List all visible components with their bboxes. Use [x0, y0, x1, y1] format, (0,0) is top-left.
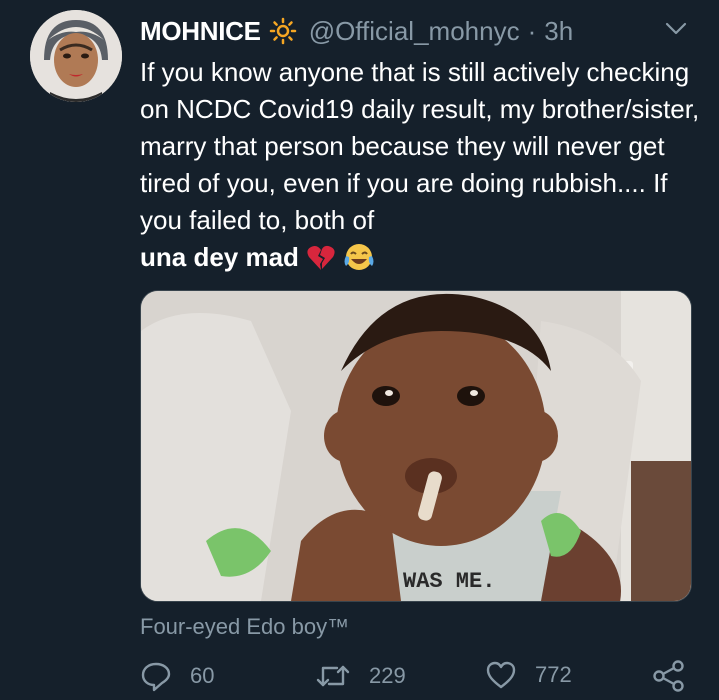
like-button[interactable]: 772 [485, 660, 572, 690]
tweet-text: If you know anyone that is still activel… [140, 54, 710, 282]
heart-icon [486, 661, 516, 689]
like-count: 772 [535, 662, 572, 687]
retweet-button[interactable]: 229 [315, 660, 406, 692]
display-name[interactable]: MOHNICE [140, 16, 261, 47]
tweet-actions: 60 229 772 [140, 660, 700, 700]
separator-dot: · [527, 15, 537, 46]
tweet-text-bold: una dey mad [140, 242, 299, 272]
toddler-photo: WAS ME. [141, 291, 691, 601]
sun-icon [269, 17, 297, 45]
retweet-icon [316, 665, 350, 687]
avatar[interactable] [30, 10, 122, 102]
reply-button[interactable]: 60 [140, 660, 214, 692]
retweet-count: 229 [369, 663, 406, 688]
tweet-text-main: If you know anyone that is still activel… [140, 57, 700, 235]
tears-of-joy-icon [343, 242, 375, 282]
chevron-down-icon[interactable] [665, 22, 687, 36]
share-button[interactable] [652, 660, 704, 692]
bib-text: WAS ME. [403, 569, 495, 594]
share-icon [653, 660, 684, 692]
user-handle[interactable]: @Official_mohnyc [309, 16, 520, 47]
avatar-image [30, 10, 122, 102]
media-caption[interactable]: Four-eyed Edo boy™ [140, 614, 349, 640]
timestamp[interactable]: 3h [544, 16, 573, 47]
reply-count: 60 [190, 663, 215, 688]
tweet-media-image[interactable]: WAS ME. [140, 290, 692, 602]
tweet-header: MOHNICE @Official_mohnyc · 3h [140, 13, 573, 49]
broken-heart-icon [306, 244, 336, 282]
reply-icon [141, 662, 171, 692]
